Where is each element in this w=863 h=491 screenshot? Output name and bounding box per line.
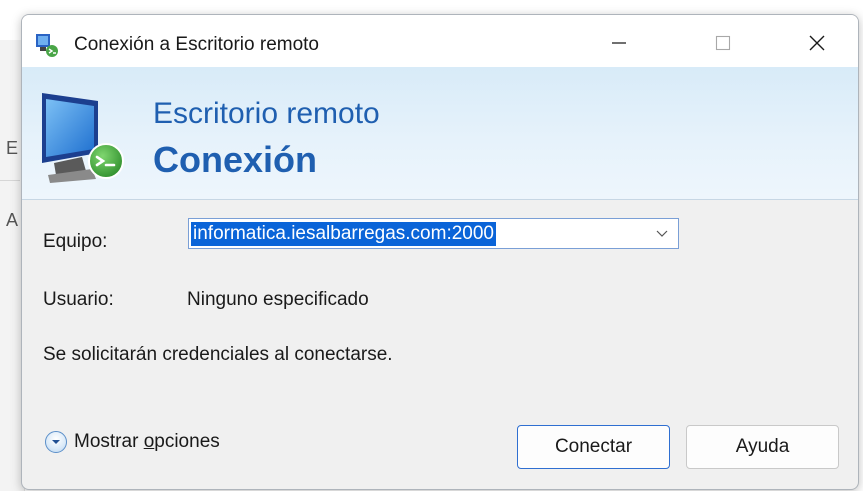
chevron-down-icon bbox=[52, 440, 60, 444]
close-icon bbox=[809, 35, 825, 51]
credentials-message: Se solicitarán credenciales al conectars… bbox=[43, 344, 393, 365]
banner-title-line1: Escritorio remoto bbox=[153, 97, 380, 130]
background-divider bbox=[0, 180, 20, 181]
help-button[interactable]: Ayuda bbox=[686, 425, 839, 469]
equipo-label: Equipo: bbox=[43, 231, 108, 252]
close-button[interactable] bbox=[794, 27, 840, 59]
minimize-icon bbox=[612, 42, 626, 44]
show-options-label-suffix: pciones bbox=[154, 431, 220, 452]
usuario-label: Usuario: bbox=[43, 289, 114, 310]
show-options-label[interactable]: Mostrar opciones bbox=[74, 431, 220, 453]
equipo-combobox[interactable]: informatica.iesalbarregas.com:2000 bbox=[188, 218, 679, 249]
header-banner: Escritorio remoto Conexión bbox=[22, 67, 858, 200]
banner-title-line2: Conexión bbox=[153, 139, 318, 180]
remote-desktop-app-icon bbox=[36, 34, 58, 57]
background-letter-e: E bbox=[6, 138, 19, 158]
title-bar[interactable]: Conexión a Escritorio remoto bbox=[22, 15, 858, 67]
expand-circle-icon[interactable] bbox=[45, 431, 67, 453]
maximize-icon bbox=[715, 35, 731, 51]
show-options-access-key: o bbox=[143, 431, 155, 452]
remote-desktop-dialog: Conexión a Escritorio remoto Escritorio … bbox=[21, 14, 859, 490]
show-options-toggle[interactable]: Mostrar opciones bbox=[45, 429, 220, 455]
chevron-down-icon[interactable] bbox=[654, 225, 670, 241]
window-title: Conexión a Escritorio remoto bbox=[74, 34, 319, 55]
background-letter-a: A bbox=[6, 210, 19, 230]
maximize-button[interactable] bbox=[700, 27, 746, 59]
remote-computer-icon bbox=[42, 93, 124, 183]
show-options-label-prefix: Mostrar bbox=[74, 431, 144, 452]
connect-button[interactable]: Conectar bbox=[517, 425, 670, 469]
minimize-button[interactable] bbox=[596, 27, 642, 59]
equipo-input-value[interactable]: informatica.iesalbarregas.com:2000 bbox=[191, 222, 496, 246]
usuario-value: Ninguno especificado bbox=[187, 289, 369, 310]
